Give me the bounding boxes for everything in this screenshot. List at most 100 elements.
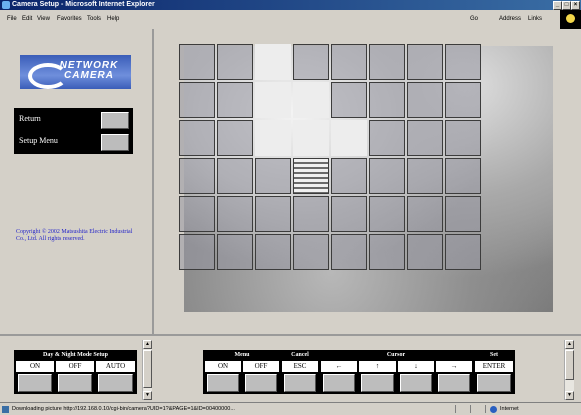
menu-header: Menu [234, 352, 250, 358]
grid-cell[interactable] [331, 120, 367, 156]
grid-cell[interactable] [331, 82, 367, 118]
grid-cell[interactable] [407, 120, 443, 156]
day-night-on-label: ON [16, 361, 54, 372]
grid-cell[interactable] [293, 120, 329, 156]
status-divider [455, 405, 456, 413]
status-bar: Downloading picture http://192.168.0.10/… [0, 402, 581, 415]
grid-cell[interactable] [407, 196, 443, 232]
grid-cell[interactable] [407, 234, 443, 270]
set-enter-label: ENTER [475, 361, 513, 372]
scroll-down-icon[interactable]: ▼ [143, 391, 152, 400]
grid-cell[interactable] [255, 120, 291, 156]
grid-cell[interactable] [445, 44, 481, 80]
scroll-thumb[interactable] [565, 350, 574, 380]
grid-cell[interactable] [217, 82, 253, 118]
setup-menu-button[interactable] [101, 134, 129, 151]
grid-cell[interactable] [445, 158, 481, 194]
down-arrow-icon: ↓ [398, 361, 434, 372]
go-button[interactable]: Go [470, 16, 478, 22]
scroll-up-icon[interactable]: ▲ [565, 340, 574, 349]
right-arrow-icon: → [436, 361, 472, 372]
return-button[interactable] [101, 112, 129, 129]
menu-tools[interactable]: Tools [87, 16, 101, 22]
grid-cell[interactable] [369, 82, 405, 118]
grid-cell[interactable] [179, 234, 215, 270]
close-icon[interactable]: × [571, 1, 580, 10]
grid-cell[interactable] [445, 196, 481, 232]
bottom-left-scrollbar[interactable]: ▲ ▼ [142, 340, 152, 400]
cursor-right-button[interactable] [438, 374, 470, 392]
grid-cell[interactable] [331, 44, 367, 80]
grid-cell[interactable] [369, 44, 405, 80]
grid-cell[interactable] [293, 44, 329, 80]
menu-edit[interactable]: Edit [22, 16, 32, 22]
grid-cell[interactable] [217, 120, 253, 156]
grid-cell[interactable] [407, 158, 443, 194]
menu-bar: File Edit View Favorites Tools Help Go A… [0, 10, 581, 30]
grid-cell[interactable] [217, 234, 253, 270]
menu-view[interactable]: View [37, 16, 50, 22]
day-night-auto-button[interactable] [98, 374, 133, 392]
grid-cell[interactable] [407, 82, 443, 118]
nav-return-label: Return [19, 114, 41, 123]
grid-cell[interactable] [369, 234, 405, 270]
camera-view-area [154, 29, 581, 334]
grid-cell[interactable] [407, 44, 443, 80]
logo-text: NETWORK CAMERA [59, 60, 119, 81]
grid-cell[interactable] [331, 196, 367, 232]
grid-cell[interactable] [179, 196, 215, 232]
grid-cell[interactable] [217, 44, 253, 80]
cursor-left-button[interactable] [323, 374, 355, 392]
grid-cell[interactable] [331, 234, 367, 270]
grid-cell[interactable] [293, 234, 329, 270]
grid-cell[interactable] [293, 82, 329, 118]
grid-cell[interactable] [331, 158, 367, 194]
menu-favorites[interactable]: Favorites [57, 16, 82, 22]
scroll-thumb[interactable] [143, 350, 152, 388]
links-label[interactable]: Links [528, 16, 542, 22]
day-night-off-button[interactable] [58, 374, 92, 392]
set-header: Set [490, 352, 498, 358]
grid-cell[interactable] [217, 196, 253, 232]
menu-file[interactable]: File [7, 16, 17, 22]
left-arrow-icon: ← [321, 361, 357, 372]
grid-cell[interactable] [369, 158, 405, 194]
maximize-icon[interactable]: □ [562, 1, 571, 10]
grid-cell[interactable] [445, 234, 481, 270]
scroll-down-icon[interactable]: ▼ [565, 391, 574, 400]
cursor-down-button[interactable] [400, 374, 432, 392]
security-zone: Internet [500, 406, 519, 412]
bottom-right-scrollbar[interactable]: ▲ ▼ [564, 340, 574, 400]
menu-help[interactable]: Help [107, 16, 119, 22]
day-night-off-label: OFF [56, 361, 94, 372]
cursor-header: Cursor [386, 352, 406, 358]
scroll-up-icon[interactable]: ▲ [143, 340, 152, 349]
grid-cell[interactable] [179, 44, 215, 80]
menu-off-button[interactable] [245, 374, 277, 392]
grid-cell[interactable] [445, 82, 481, 118]
grid-cell[interactable] [369, 196, 405, 232]
grid-cell[interactable] [293, 158, 329, 194]
grid-cell[interactable] [179, 82, 215, 118]
grid-cell[interactable] [369, 120, 405, 156]
grid-cell[interactable] [217, 158, 253, 194]
menu-on-button[interactable] [207, 374, 239, 392]
day-night-on-button[interactable] [18, 374, 52, 392]
grid-cell[interactable] [255, 44, 291, 80]
grid-cell[interactable] [255, 234, 291, 270]
set-enter-button[interactable] [477, 374, 511, 392]
grid-cell[interactable] [445, 120, 481, 156]
minimize-icon[interactable]: _ [553, 1, 562, 10]
status-message: Downloading picture http://192.168.0.10/… [12, 406, 235, 412]
grid-cell[interactable] [179, 120, 215, 156]
cancel-esc-button[interactable] [284, 374, 316, 392]
grid-cell[interactable] [255, 82, 291, 118]
address-label: Address [499, 16, 522, 22]
left-panel: NETWORK CAMERA Return Setup Menu Copyrig… [0, 29, 154, 334]
grid-cell[interactable] [293, 196, 329, 232]
grid-cell[interactable] [179, 158, 215, 194]
grid-cell[interactable] [255, 158, 291, 194]
cursor-up-button[interactable] [361, 374, 394, 392]
grid-cell[interactable] [255, 196, 291, 232]
up-arrow-icon: ↑ [359, 361, 396, 372]
